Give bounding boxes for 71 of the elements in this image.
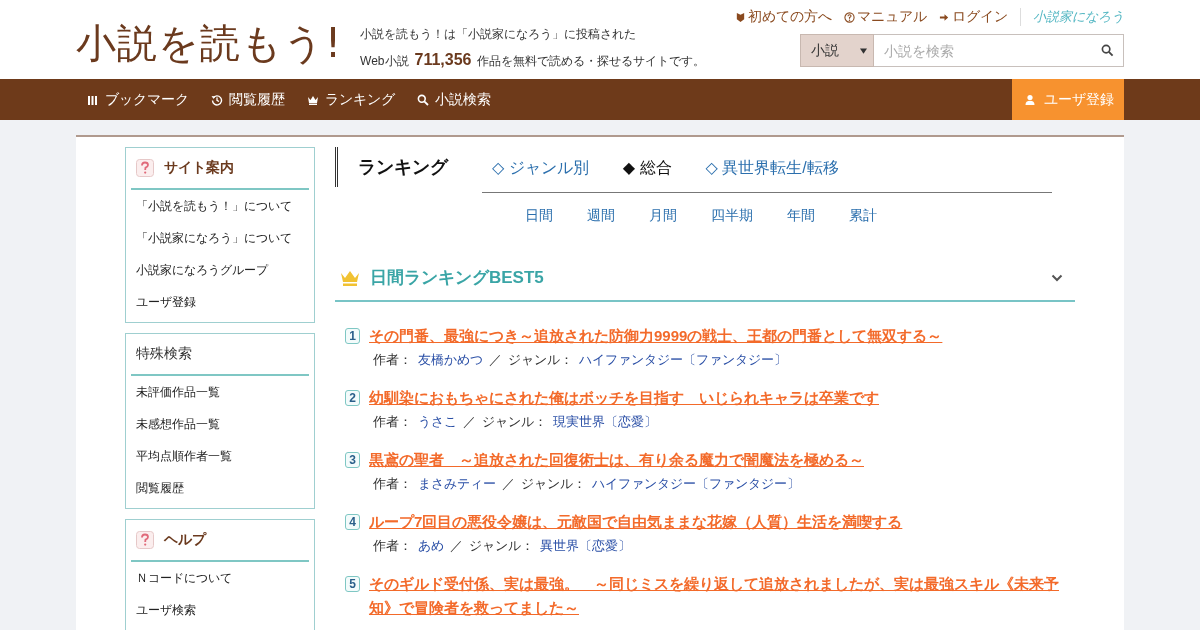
sidebar-link[interactable]: ユーザ検索 [131, 594, 309, 626]
caret-icon [860, 47, 867, 54]
rank-number: 2 [345, 390, 360, 406]
search-icon [417, 93, 429, 106]
sidebar-heading: サイト案内 [164, 159, 234, 177]
period-tab[interactable]: 月間 [649, 207, 677, 225]
beginner-mark-icon [735, 11, 746, 23]
tagline-text: 小説を読もう！は「小説家になろう」に投稿された [360, 26, 638, 43]
genre-label: ジャンル： [521, 475, 586, 493]
genre-link[interactable]: ハイファンタジー〔ファンタジー〕 [579, 348, 787, 372]
genre-link[interactable]: ハイファンタジー〔ファンタジー〕 [592, 472, 800, 496]
period-tab[interactable]: 週間 [587, 207, 615, 225]
search-field[interactable]: 小説を検索 [874, 34, 1124, 67]
rank-number: 1 [345, 328, 360, 344]
period-tab[interactable]: 日間 [525, 207, 553, 225]
ranking-tab[interactable]: ◇ 異世界転生/転移 [705, 147, 839, 192]
sidebar-link[interactable]: 閲覧履歴 [131, 472, 309, 504]
sidebar-link[interactable]: 未感想作品一覧 [131, 408, 309, 440]
sidebar-link[interactable]: 「小説を読もう！」について [131, 190, 309, 222]
nav-link[interactable]: 小説検索 [417, 90, 491, 109]
author-link[interactable]: うさこ [418, 410, 457, 434]
author-label: 作者： [373, 413, 412, 431]
ranking-tab[interactable]: ◇ ジャンル別 [492, 147, 589, 192]
sidebar-link[interactable]: 平均点順作者一覧 [131, 440, 309, 472]
genre-label: ジャンル： [508, 351, 573, 369]
period-tab[interactable]: 四半期 [711, 207, 753, 225]
sidebar-link[interactable]: 小説家になろうグループ [131, 254, 309, 286]
author-link[interactable]: まさみティー [418, 472, 496, 496]
work-count: 711,356 [414, 50, 472, 70]
nav-link[interactable]: ランキング [307, 90, 395, 109]
author-link[interactable]: 友橋かめつ [418, 348, 483, 372]
site-logo[interactable]: 小説を読もう! [76, 16, 343, 71]
sidebar-link[interactable]: 未評価作品一覧 [131, 376, 309, 408]
header-link[interactable]: 初めての方へ [735, 8, 832, 26]
genre-label: ジャンル： [469, 537, 534, 555]
author-link[interactable]: あめ [418, 534, 444, 558]
header-link[interactable]: マニュアル [844, 8, 927, 26]
history-icon [211, 93, 223, 106]
ranking-title: ランキング [335, 147, 482, 187]
separator-text: ／ [502, 475, 515, 493]
sidebar-heading: ヘルプ [164, 531, 206, 549]
rank-number: 4 [345, 514, 360, 530]
nav-link[interactable]: ブックマーク [87, 90, 189, 109]
tagline-text: Web小説 [360, 53, 409, 70]
author-label: 作者： [373, 351, 412, 369]
search-icon[interactable] [1101, 44, 1114, 57]
genre-link[interactable]: 現実世界〔恋愛〕 [553, 410, 657, 434]
sidebar-link[interactable]: Ｎコードについて [131, 562, 309, 594]
sidebar-heading: 特殊検索 [136, 345, 192, 363]
books-icon [87, 93, 99, 106]
sidebar-link[interactable]: 「小説家になろう」について [131, 222, 309, 254]
separator-text: ／ [463, 413, 476, 431]
header-link[interactable]: ログイン [939, 8, 1008, 26]
author-label: 作者： [373, 475, 412, 493]
genre-label: ジャンル： [482, 413, 547, 431]
sidebar-link[interactable]: ユーザ登録 [131, 286, 309, 318]
tagline-text: 作品を無料で読める・探せるサイトです。 [477, 53, 706, 70]
author-label: 作者： [373, 537, 412, 555]
category-select[interactable]: 小説 [800, 34, 874, 67]
period-tab[interactable]: 年間 [787, 207, 815, 225]
period-tab[interactable]: 累計 [849, 207, 877, 225]
chevron-down-icon [1051, 273, 1063, 282]
rank-number: 5 [345, 576, 360, 592]
help-icon [844, 11, 855, 23]
user-icon [1024, 93, 1036, 106]
genre-link[interactable]: 異世界〔恋愛〕 [540, 534, 631, 558]
separator-text: ／ [450, 537, 463, 555]
ranking-tab[interactable]: ◆ 総合 [622, 147, 672, 192]
nav-link[interactable]: 閲覧履歴 [211, 90, 285, 109]
rank-number: 3 [345, 452, 360, 468]
separator-text: ／ [489, 351, 502, 369]
